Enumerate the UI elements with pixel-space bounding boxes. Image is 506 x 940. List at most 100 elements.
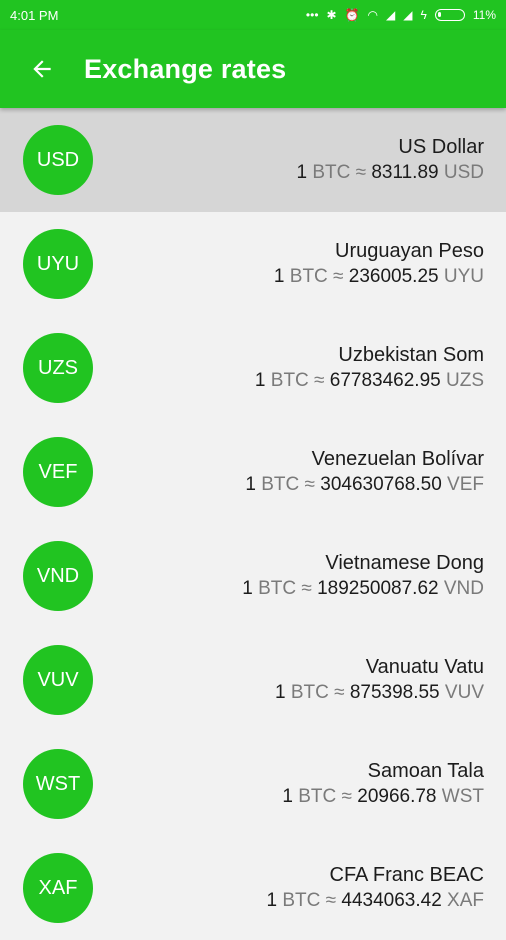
rate-value: 236005.25 [348,266,439,287]
charging-icon: ϟ [420,8,427,22]
base-amount: 1 [296,162,308,183]
rate-value: 20966.78 [357,786,437,807]
page-title: Exchange rates [84,53,287,84]
currency-avatar: VND [23,541,93,611]
signal-icon: ◢ [386,8,396,22]
rate-info: Vanuatu Vatu 1 BTC ≈ 875398.55 VUV [275,654,484,706]
status-time: 4:01 PM [10,7,59,23]
currency-name: Uruguayan Peso [335,240,484,262]
rate-info: Vietnamese Dong 1 BTC ≈ 189250087.62 VND [242,550,484,602]
base-amount: 1 [282,786,293,807]
currency-code: WST [35,772,81,795]
quote-currency: VUV [444,682,484,703]
quote-currency: UYU [443,266,484,287]
rate-row-uyu[interactable]: UYU Uruguayan Peso 1 BTC ≈ 236005.25 UYU [0,212,506,316]
rate-row-xaf[interactable]: XAF CFA Franc BEAC 1 BTC ≈ 4434063.42 XAF [0,836,506,940]
currency-avatar: UYU [23,229,93,299]
arrow-back-icon [33,60,51,78]
base-currency: BTC [282,890,321,911]
app-bar: Exchange rates [0,30,506,108]
base-currency: BTC [298,786,337,807]
approx-sign: ≈ [334,682,345,703]
approx-sign: ≈ [333,266,344,287]
base-amount: 1 [266,890,278,911]
approx-sign: ≈ [304,474,315,495]
quote-currency: USD [443,162,484,183]
currency-code: UZS [38,356,78,379]
base-currency: BTC [270,370,309,391]
currency-name: Vanuatu Vatu [365,656,484,678]
rate-line: 1 BTC ≈ 304630768.50 VEF [245,472,484,498]
currency-avatar: USD [23,125,93,195]
quote-currency: WST [441,786,484,807]
rate-value: 4434063.42 [341,890,442,911]
status-bar: 4:01 PM ••• ✱ ⏰ ◠ ◢ ◢ ϟ 11% [0,0,506,30]
rate-line: 1 BTC ≈ 67783462.95 UZS [255,368,484,394]
rate-value: 8311.89 [371,162,439,183]
rate-row-uzs[interactable]: UZS Uzbekistan Som 1 BTC ≈ 67783462.95 UZS [0,316,506,420]
battery-icon [434,9,465,21]
quote-currency: VND [443,578,484,599]
base-currency: BTC [258,578,297,599]
rate-info: Venezuelan Bolívar 1 BTC ≈ 304630768.50 V… [245,446,484,498]
quote-currency: UZS [446,370,484,391]
rate-row-vef[interactable]: VEF Venezuelan Bolívar 1 BTC ≈ 304630768.5… [0,420,506,524]
currency-code: VEF [38,460,78,483]
base-currency: BTC [290,682,329,703]
currency-code: USD [36,148,80,171]
base-currency: BTC [289,266,328,287]
currency-name: US Dollar [398,136,484,158]
rate-info: US Dollar 1 BTC ≈ 8311.89 USD [296,134,484,186]
approx-sign: ≈ [325,890,337,911]
battery-percent: 11% [472,8,496,22]
signal-icon-2: ◢ [403,8,413,22]
base-currency: BTC [312,162,351,183]
base-amount: 1 [274,682,286,703]
rate-line: 1 BTC ≈ 20966.78 WST [282,784,484,810]
currency-code: VUV [37,668,79,691]
quote-currency: XAF [447,890,484,911]
status-icons: ••• ✱ ⏰ ◠ ◢ ◢ ϟ 11% [306,8,496,22]
rate-info: Uzbekistan Som 1 BTC ≈ 67783462.95 UZS [255,342,484,394]
rate-line: 1 BTC ≈ 236005.25 UYU [274,264,484,290]
rate-value: 875398.55 [349,682,440,703]
currency-name: Venezuelan Bolívar [311,448,484,470]
rate-line: 1 BTC ≈ 189250087.62 VND [242,576,484,602]
alarm-icon: ⏰ [344,8,360,22]
approx-sign: ≈ [355,162,367,183]
currency-avatar: WST [23,749,93,819]
base-amount: 1 [245,474,256,495]
more-dots-icon: ••• [305,8,319,22]
currency-name: CFA Franc BEAC [329,864,485,886]
quote-currency: VEF [447,474,484,495]
currency-name: Vietnamese Dong [325,552,484,574]
rate-row-wst[interactable]: WST Samoan Tala 1 BTC ≈ 20966.78 WST [0,732,506,836]
currency-avatar: VUV [23,645,93,715]
currency-name: Uzbekistan Som [338,344,484,366]
rate-value: 67783462.95 [329,370,441,391]
currency-name: Samoan Tala [367,760,484,782]
rate-row-usd[interactable]: USD US Dollar 1 BTC ≈ 8311.89 USD [0,108,506,212]
rate-info: Uruguayan Peso 1 BTC ≈ 236005.25 UYU [274,238,484,290]
base-amount: 1 [273,266,285,287]
base-amount: 1 [254,370,266,391]
wifi-icon: ◠ [367,8,379,22]
rate-line: 1 BTC ≈ 8311.89 USD [296,160,484,186]
rate-line: 1 BTC ≈ 875398.55 VUV [275,680,484,706]
rate-line: 1 BTC ≈ 4434063.42 XAF [267,888,484,914]
approx-sign: ≈ [341,786,352,807]
approx-sign: ≈ [301,578,312,599]
base-currency: BTC [261,474,300,495]
back-button[interactable] [22,49,62,89]
rate-row-vnd[interactable]: VND Vietnamese Dong 1 BTC ≈ 189250087.62 V… [0,524,506,628]
base-amount: 1 [242,578,253,599]
rate-value: 304630768.50 [320,474,442,495]
currency-code: XAF [38,876,78,899]
bluetooth-icon: ✱ [326,8,337,22]
exchange-rate-list: USD US Dollar 1 BTC ≈ 8311.89 USD UYU Urugua… [0,108,506,940]
currency-code: VND [36,564,80,587]
currency-avatar: XAF [23,853,93,923]
rate-row-vuv[interactable]: VUV Vanuatu Vatu 1 BTC ≈ 875398.55 VUV [0,628,506,732]
currency-avatar: VEF [23,437,93,507]
currency-avatar: UZS [23,333,93,403]
